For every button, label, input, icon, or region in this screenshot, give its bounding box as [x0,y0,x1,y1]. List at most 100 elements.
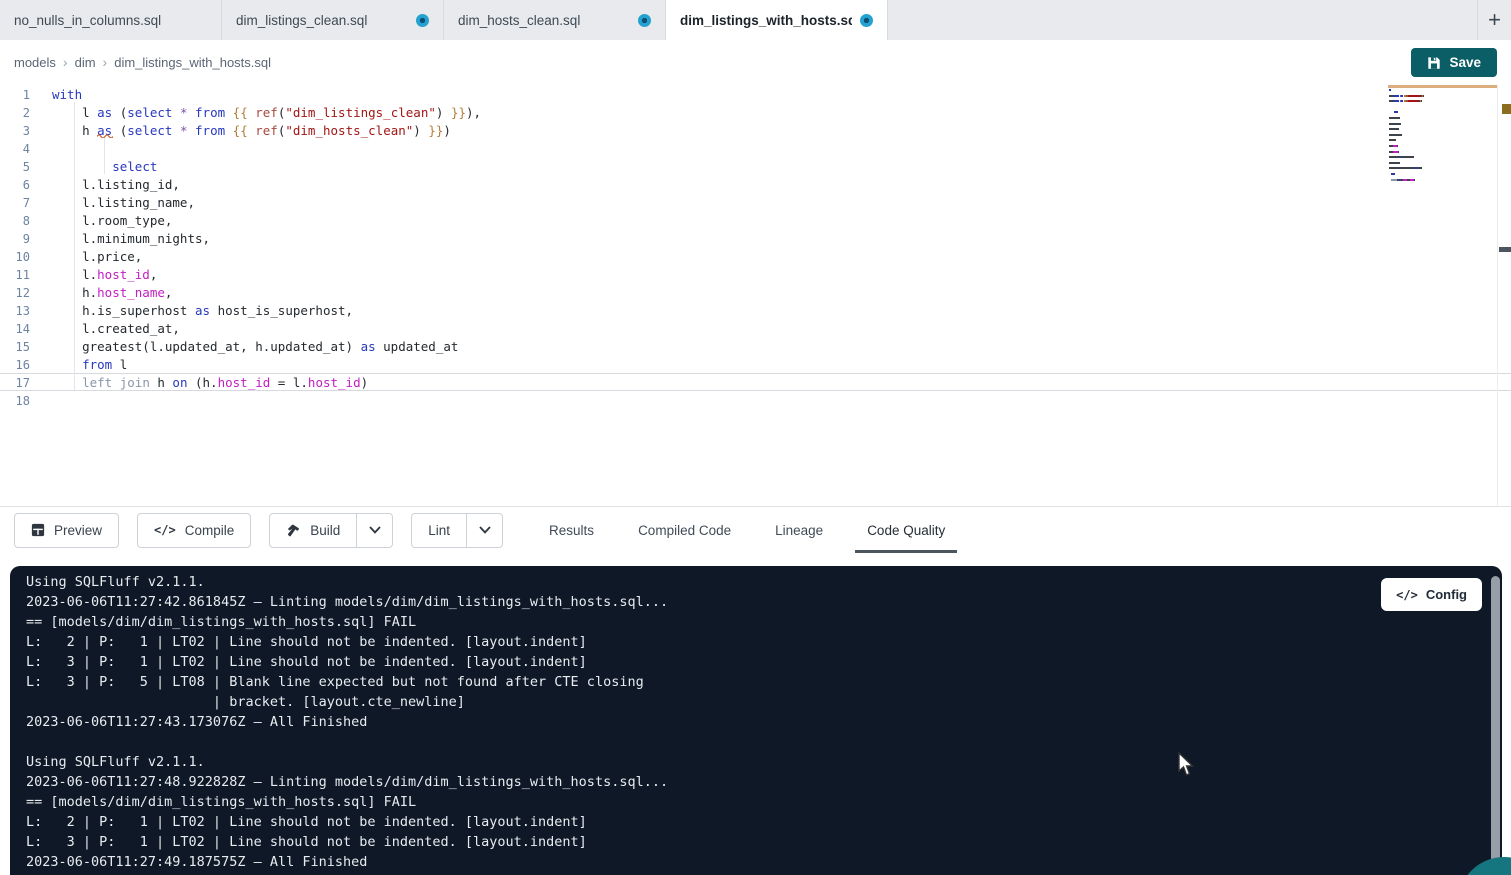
code-token: , [165,285,173,300]
code-token: "dim_hosts_clean" [285,123,413,138]
code-line[interactable]: 13 h.is_superhost as host_is_superhost, [0,301,1511,319]
line-number: 12 [0,284,30,300]
editor-tab[interactable]: dim_listings_with_hosts.sql [666,0,888,40]
code-line[interactable]: 12 h.host_name, [0,283,1511,301]
minimap-token [1389,128,1399,130]
code-editor[interactable]: 1with2 l as (select * from {{ ref("dim_l… [0,85,1511,506]
lint-button[interactable]: Lint [412,514,466,547]
code-token: host_id [97,267,150,282]
line-number: 14 [0,320,30,336]
code-line[interactable]: 16 from l [0,355,1511,373]
config-button[interactable]: </> Config [1381,578,1482,611]
code-line[interactable]: 18 [0,391,1511,409]
terminal-scrollbar[interactable] [1491,576,1500,871]
code-token: with [52,87,82,102]
code-line[interactable]: 17 left join h on (h.host_id = l.host_id… [0,373,1511,391]
breadcrumb-item[interactable]: models [14,55,56,70]
code-line[interactable]: 3 h as (select * from {{ ref("dim_hosts_… [0,121,1511,139]
minimap-token [1416,167,1423,169]
line-number: 2 [0,104,30,120]
code-line[interactable]: 11 l.host_id, [0,265,1511,283]
build-dropdown-toggle[interactable] [356,514,392,547]
code-text: h as (select * from {{ ref("dim_hosts_cl… [30,122,451,138]
terminal-line: | bracket. [layout.cte_newline] [26,692,1502,712]
code-token [188,123,196,138]
code-token: , [150,267,158,282]
panel-tab-lineage[interactable]: Lineage [771,507,827,553]
code-line[interactable]: 6 l.listing_id, [0,175,1511,193]
overview-ruler[interactable] [1497,85,1511,506]
code-text: l.listing_id, [30,176,180,192]
minimap-token [1394,173,1395,175]
code-token: host_name [97,285,165,300]
breadcrumb: models›dim›dim_listings_with_hosts.sql [14,54,271,70]
terminal-line: L: 2 | P: 1 | LT02 | Line should not be … [26,812,1502,832]
minimap-token [1389,162,1400,164]
build-button[interactable]: Build [270,514,356,547]
code-text: l.host_id, [30,266,157,282]
compile-button[interactable]: </>Compile [137,513,251,548]
code-line[interactable]: 10 l.price, [0,247,1511,265]
tab-label: dim_hosts_clean.sql [458,13,580,28]
terminal-line: L: 3 | P: 1 | LT02 | Line should not be … [26,652,1502,672]
minimap-line [1389,156,1495,158]
minimap-token [1398,151,1399,153]
code-token: ( [112,105,127,120]
code-token: ( [112,123,127,138]
panel-tab-code-quality[interactable]: Code Quality [863,507,949,553]
terminal-panel[interactable]: Using SQLFluff v2.1.1.2023-06-06T11:27:4… [10,566,1502,875]
code-token: l [112,357,127,372]
editor-tab[interactable]: dim_listings_clean.sql [222,0,444,40]
save-button[interactable]: Save [1411,48,1497,77]
line-number: 4 [0,140,30,156]
editor-tab[interactable]: dim_hosts_clean.sql [444,0,666,40]
breadcrumb-item[interactable]: dim_listings_with_hosts.sql [114,55,271,70]
code-token: ), [466,105,481,120]
code-line[interactable]: 1with [0,85,1511,103]
minimap[interactable] [1389,89,1495,190]
code-line[interactable]: 14 l.created_at, [0,319,1511,337]
code-line[interactable]: 2 l as (select * from {{ ref("dim_listin… [0,103,1511,121]
code-token: ref [255,105,278,120]
line-number: 8 [0,212,30,228]
code-line[interactable]: 7 l.listing_name, [0,193,1511,211]
tabs-row: no_nulls_in_columns.sqldim_listings_clea… [0,0,888,40]
minimap-token [1402,156,1414,158]
minimap-token [1423,95,1424,97]
code-token: l.listing_id, [52,177,180,192]
save-icon [1427,56,1441,70]
code-line[interactable]: 8 l.room_type, [0,211,1511,229]
config-label: Config [1426,587,1467,602]
code-token: as [195,303,210,318]
code-line[interactable]: 15 greatest(l.updated_at, h.updated_at) … [0,337,1511,355]
code-token: host_id [308,375,361,390]
code-token: select [127,105,172,120]
line-number: 6 [0,176,30,192]
editor-tab[interactable]: no_nulls_in_columns.sql [0,0,222,40]
line-number: 16 [0,356,30,372]
new-tab-button[interactable]: + [1477,0,1511,40]
minimap-line [1389,162,1495,164]
code-line[interactable]: 4 [0,139,1511,157]
breadcrumb-item[interactable]: dim [75,55,96,70]
minimap-line [1389,117,1495,119]
code-line[interactable]: 5 select [0,157,1511,175]
code-token: ref [255,123,278,138]
minimap-line [1389,173,1495,175]
code-text [30,392,52,408]
lint-dropdown-toggle[interactable] [466,514,502,547]
minimap-line [1389,145,1495,147]
code-token: select [127,123,172,138]
code-line[interactable]: 9 l.minimum_nights, [0,229,1511,247]
code-token: }} [428,123,443,138]
preview-button[interactable]: Preview [14,513,119,548]
panel-tab-compiled-code[interactable]: Compiled Code [634,507,735,553]
code-text: from l [30,356,127,372]
code-text: greatest(l.updated_at, h.updated_at) as … [30,338,458,354]
action-toolbar: Preview </>Compile Build Lint Results Compil… [0,506,1511,553]
terminal-output: Using SQLFluff v2.1.1.2023-06-06T11:27:4… [10,566,1502,872]
plus-icon: + [1488,7,1501,33]
dbt-cloud-ide: no_nulls_in_columns.sqldim_listings_clea… [0,0,1511,875]
code-token: = l. [270,375,308,390]
panel-tab-results[interactable]: Results [545,507,598,553]
